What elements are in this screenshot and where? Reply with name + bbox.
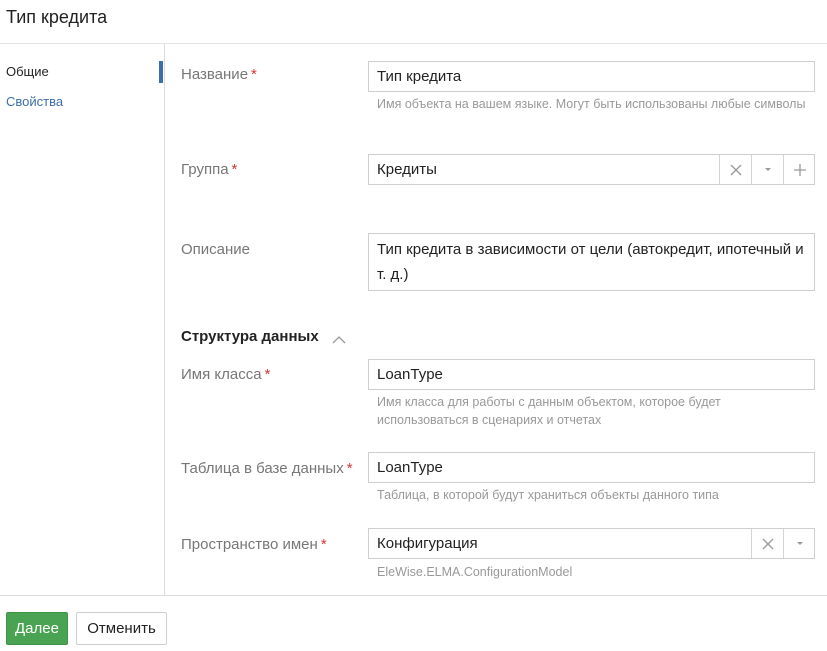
page-title: Тип кредита [6, 7, 108, 27]
required-mark: * [231, 161, 238, 178]
sidebar: Общие Свойства [0, 44, 165, 595]
active-nav-indicator [159, 61, 163, 83]
description-textarea[interactable]: Тип кредита в зависимости от цели (авток… [368, 233, 815, 291]
name-input[interactable]: Тип кредита [368, 61, 815, 92]
namespace-label-text: Пространство имен [181, 536, 318, 553]
name-hint: Имя объекта на вашем языке. Могут быть и… [377, 97, 806, 111]
required-mark: * [320, 536, 327, 553]
class-name-label-text: Имя класса [181, 366, 262, 383]
next-button[interactable]: Далее [6, 612, 68, 645]
title-bar: Тип кредита [0, 0, 827, 44]
namespace-select-value: Конфигурация [377, 535, 478, 552]
cancel-button[interactable]: Отменить [76, 612, 167, 645]
chevron-up-icon[interactable] [332, 331, 346, 349]
required-mark: * [346, 460, 353, 477]
db-table-label-text: Таблица в базе данных [181, 460, 344, 477]
namespace-select[interactable]: Конфигурация [368, 528, 815, 559]
db-table-label: Таблица в базе данных * [181, 460, 353, 477]
group-select[interactable]: Кредиты [368, 154, 815, 185]
required-mark: * [251, 66, 257, 83]
group-select-value: Кредиты [377, 161, 437, 178]
sidebar-item-general[interactable]: Общие [6, 64, 49, 79]
group-label: Группа * [181, 161, 237, 178]
footer: Далее Отменить [0, 595, 827, 651]
description-label: Описание [181, 241, 251, 258]
chevron-down-icon[interactable] [751, 155, 783, 184]
group-label-text: Группа [181, 161, 229, 178]
clear-icon[interactable] [751, 529, 783, 558]
section-data-structure-title[interactable]: Структура данных [181, 328, 319, 345]
form-panel: Название * Тип кредита Имя объекта на ваш… [166, 44, 827, 595]
db-table-input[interactable]: LoanType [368, 452, 815, 483]
class-name-hint: Имя класса для работы с данным объектом,… [377, 395, 721, 427]
db-table-hint: Таблица, в которой будут храниться объек… [377, 488, 719, 502]
namespace-hint: EleWise.ELMA.ConfigurationModel [377, 565, 573, 579]
namespace-label: Пространство имен * [181, 536, 327, 553]
sidebar-item-properties[interactable]: Свойства [6, 94, 63, 109]
class-name-label: Имя класса * [181, 366, 270, 383]
name-label: Название * [181, 66, 257, 83]
class-name-input[interactable]: LoanType [368, 359, 815, 390]
name-label-text: Название [181, 66, 249, 83]
clear-icon[interactable] [719, 155, 751, 184]
plus-icon[interactable] [783, 155, 815, 184]
chevron-down-icon[interactable] [783, 529, 815, 558]
required-mark: * [264, 366, 271, 383]
